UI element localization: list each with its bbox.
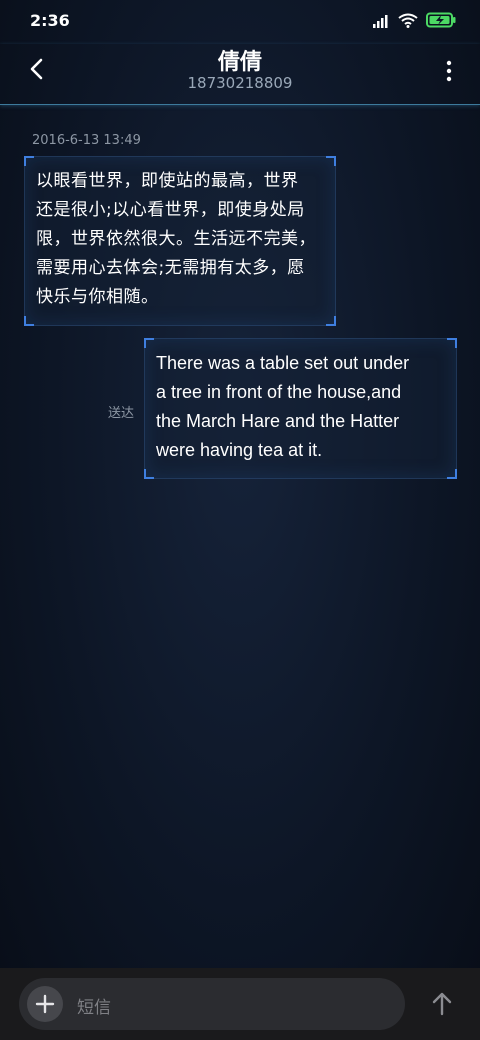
bubble-corner [447, 338, 457, 348]
message-input-placeholder: 短信 [77, 998, 111, 1018]
message-line: were having tea at it. [156, 440, 323, 460]
message-line: a tree in front of the house,and [156, 382, 402, 402]
plus-icon [35, 994, 55, 1014]
bubble-corner [144, 338, 154, 348]
bubble-corner [24, 316, 34, 326]
battery-charging-icon [426, 12, 456, 32]
message-line: 还是很小;以心看世界，即使身处局 [36, 200, 305, 220]
message-line: 限，世界依然很大。生活远不完美， [36, 229, 316, 249]
bubble-corner [447, 469, 457, 479]
arrow-up-icon [432, 992, 452, 1016]
delivery-status: 送达 [108, 406, 135, 421]
message-timestamp: 2016-6-13 13:49 [32, 133, 141, 148]
wifi-icon [398, 13, 418, 32]
message-line: There was a table set out under [156, 353, 410, 373]
signal-icon [372, 13, 390, 32]
send-button[interactable] [428, 990, 456, 1018]
add-attachment-button[interactable] [27, 986, 63, 1022]
bubble-corner [144, 469, 154, 479]
outgoing-message-text: There was a table set out under a tree i… [156, 349, 448, 465]
bubble-corner [326, 156, 336, 166]
status-time: 2:36 [30, 11, 70, 30]
status-bar: 2:36 [0, 0, 480, 44]
conversation-header: 倩倩 18730218809 [0, 44, 480, 105]
message-line: 需要用心去体会;无需拥有太多，愿 [36, 258, 305, 278]
bubble-corner [326, 316, 336, 326]
message-input[interactable]: 短信 [19, 978, 405, 1030]
message-line: 以眼看世界，即使站的最高，世界 [36, 171, 299, 191]
message-line: the March Hare and the Hatter [156, 411, 400, 431]
more-options-button[interactable] [444, 58, 454, 84]
contact-number: 18730218809 [187, 74, 293, 92]
incoming-message-text: 以眼看世界，即使站的最高，世界 还是很小;以心看世界，即使身处局 限，世界依然很… [36, 167, 328, 312]
outgoing-message-bubble[interactable]: There was a table set out under a tree i… [144, 338, 457, 479]
status-icons [372, 12, 456, 32]
message-line: 快乐与你相随。 [36, 287, 159, 307]
more-vertical-icon [446, 60, 452, 82]
contact-name: 倩倩 [217, 50, 262, 75]
bubble-corner [24, 156, 34, 166]
incoming-message-bubble[interactable]: 以眼看世界，即使站的最高，世界 还是很小;以心看世界，即使身处局 限，世界依然很… [24, 156, 336, 326]
composer-bar: 短信 [0, 968, 480, 1040]
